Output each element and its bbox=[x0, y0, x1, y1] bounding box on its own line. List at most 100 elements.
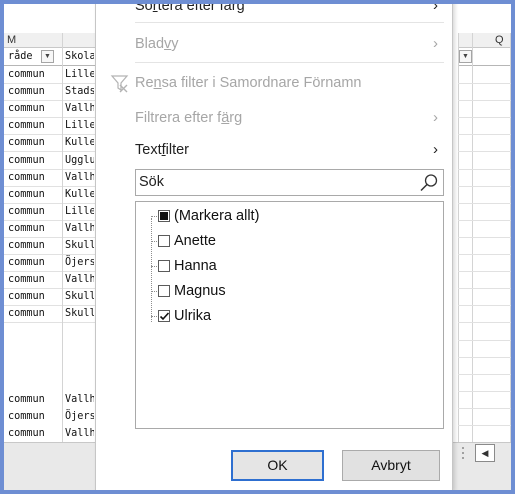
table-cell[interactable]: commun bbox=[8, 271, 64, 288]
table-cell[interactable]: Ugglur bbox=[62, 151, 94, 169]
chevron-right-icon: › bbox=[433, 109, 438, 126]
list-item-label: Magnus bbox=[174, 283, 226, 299]
table-header-row-right: ▼ bbox=[458, 48, 511, 66]
menu-label-part: Filtrera efter f bbox=[135, 110, 222, 126]
table-cell[interactable]: Stadsp bbox=[62, 83, 94, 101]
list-item-label: (Markera allt) bbox=[174, 208, 260, 224]
table-cell[interactable]: commun bbox=[8, 203, 64, 220]
grid-line bbox=[458, 254, 511, 255]
menu-clear-filter[interactable]: Rensa filter i Samordnare Förnamn bbox=[135, 72, 438, 94]
menu-label-part: rg bbox=[229, 110, 243, 126]
cancel-button[interactable]: Avbryt bbox=[342, 450, 440, 481]
column-header-row-left: M bbox=[4, 33, 96, 48]
grid-line bbox=[458, 83, 511, 84]
column-letter-q[interactable]: Q bbox=[495, 33, 504, 48]
table-cell[interactable]: commun bbox=[8, 391, 64, 408]
menu-label-part: Blad bbox=[135, 36, 165, 52]
checkbox[interactable] bbox=[158, 310, 170, 322]
table-cell[interactable]: commun bbox=[8, 169, 64, 186]
search-icon[interactable] bbox=[419, 173, 439, 193]
column-letter-m[interactable]: M bbox=[7, 33, 16, 48]
ok-button[interactable]: OK bbox=[231, 450, 324, 481]
menu-label-part: tera efter färg bbox=[157, 0, 245, 14]
tree-line bbox=[151, 218, 152, 322]
menu-text-filter[interactable]: Textfilter › bbox=[135, 139, 438, 161]
menu-label-part: Text bbox=[135, 142, 162, 158]
table-cell[interactable]: Vallha bbox=[62, 425, 94, 443]
table-cell[interactable]: Kulleg bbox=[62, 134, 94, 152]
filter-dropdown-icon[interactable]: ▼ bbox=[459, 50, 472, 63]
checkbox[interactable] bbox=[158, 260, 170, 272]
grid-line bbox=[458, 373, 511, 375]
grid-line bbox=[458, 425, 511, 426]
table-cell[interactable]: commun bbox=[8, 408, 64, 425]
filter-dropdown-icon[interactable]: ▼ bbox=[41, 50, 54, 63]
table-cell[interactable]: Lillegå bbox=[62, 66, 94, 83]
table-cell[interactable]: commun bbox=[8, 305, 64, 322]
grid-line bbox=[458, 271, 511, 273]
grid-line bbox=[458, 185, 511, 187]
menu-label-part: Re bbox=[135, 75, 154, 91]
table-cell[interactable]: commun bbox=[8, 66, 64, 83]
table-cell[interactable]: commun bbox=[8, 186, 64, 203]
grid-line bbox=[4, 322, 96, 324]
scroll-left-button[interactable]: ◀ bbox=[475, 444, 495, 462]
grid-line bbox=[458, 117, 511, 119]
table-cell[interactable]: Vallha bbox=[62, 100, 94, 118]
autofilter-dropdown: Sortera efter färg › Bladvy › Rensa filt… bbox=[95, 0, 453, 492]
table-cell[interactable]: commun bbox=[8, 220, 64, 237]
table-cell[interactable]: Vallha bbox=[62, 391, 94, 408]
table-cell[interactable]: Öjersjo bbox=[62, 254, 94, 272]
menu-sort-by-color[interactable]: Sortera efter färg › bbox=[135, 0, 438, 17]
grid-line bbox=[458, 202, 511, 204]
search-input[interactable]: Sök bbox=[139, 174, 164, 190]
grid-line bbox=[458, 151, 511, 153]
table-cell[interactable]: Lillegå bbox=[62, 117, 94, 135]
split-grip-icon[interactable] bbox=[459, 444, 467, 464]
grid-line bbox=[458, 339, 511, 341]
checkbox[interactable] bbox=[158, 210, 170, 222]
table-cell[interactable]: Vallha bbox=[62, 271, 94, 289]
table-cell[interactable]: Kulleg bbox=[62, 185, 94, 203]
table-cell[interactable]: Öjersjo bbox=[62, 408, 94, 426]
grid-line bbox=[458, 219, 511, 221]
menu-label-accel: n bbox=[153, 75, 162, 91]
menu-filter-by-color[interactable]: Filtrera efter färg › bbox=[135, 107, 438, 129]
table-cell[interactable]: Skulltc bbox=[62, 288, 94, 306]
checkbox[interactable] bbox=[158, 285, 170, 297]
list-item-label: Ulrika bbox=[174, 308, 212, 324]
table-cell[interactable]: commun bbox=[8, 288, 64, 305]
table-cell[interactable]: commun bbox=[8, 134, 64, 151]
table-cell[interactable]: Vallha bbox=[62, 168, 94, 186]
grid-line bbox=[458, 134, 511, 136]
menu-sheet-view[interactable]: Bladvy › bbox=[135, 33, 438, 55]
grid-line bbox=[458, 305, 511, 307]
table-cell[interactable]: commun bbox=[8, 100, 64, 117]
list-item-label: Anette bbox=[174, 233, 216, 249]
grid-line bbox=[458, 168, 511, 170]
menu-separator bbox=[135, 22, 444, 23]
chevron-right-icon: › bbox=[433, 35, 438, 52]
header-cell-omrade[interactable]: råde bbox=[8, 48, 64, 65]
grid-line bbox=[458, 100, 511, 102]
grid-line bbox=[458, 236, 511, 238]
table-cell[interactable]: commun bbox=[8, 237, 64, 254]
table-cell[interactable]: commun bbox=[8, 117, 64, 134]
table-header-row: råde ▼ Skola/ bbox=[4, 48, 96, 66]
table-cell[interactable]: commun bbox=[8, 83, 64, 100]
clear-filter-icon bbox=[110, 75, 129, 93]
table-cell[interactable]: Skulltc bbox=[62, 305, 94, 323]
grid-line bbox=[458, 356, 511, 358]
table-cell[interactable]: Lillegå bbox=[62, 202, 94, 220]
table-cell[interactable]: Vallha bbox=[62, 219, 94, 237]
chevron-right-icon: › bbox=[433, 141, 438, 158]
header-cell-skola[interactable]: Skola/ bbox=[62, 48, 94, 65]
table-cell[interactable]: Skulltc bbox=[62, 237, 94, 254]
table-cell[interactable]: commun bbox=[8, 425, 64, 442]
checkbox[interactable] bbox=[158, 235, 170, 247]
menu-separator bbox=[135, 62, 444, 63]
table-cell[interactable]: commun bbox=[8, 254, 64, 271]
grid-line bbox=[458, 322, 511, 324]
search-field[interactable]: Sök bbox=[135, 169, 444, 196]
table-cell[interactable]: commun bbox=[8, 152, 64, 169]
